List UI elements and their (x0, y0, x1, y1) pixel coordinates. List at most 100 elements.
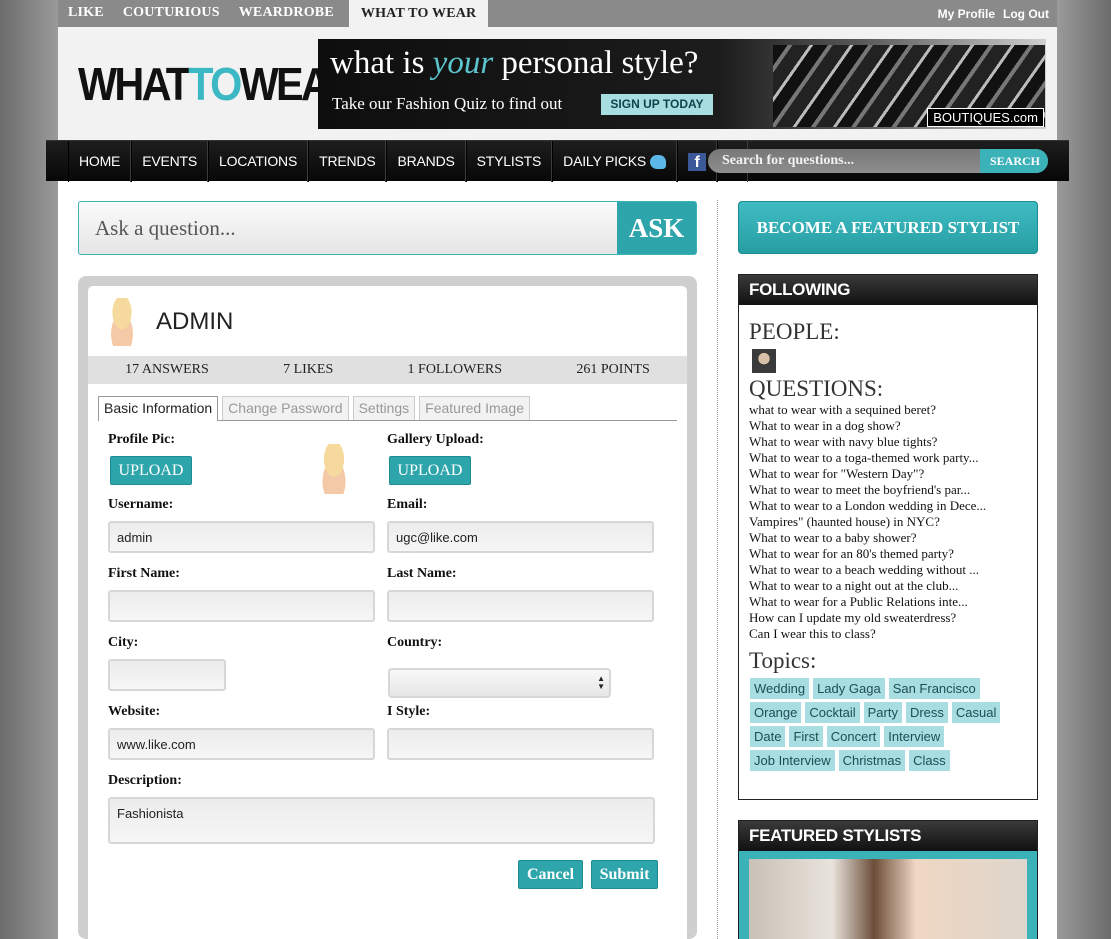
description-label: Description: (108, 773, 182, 788)
topic-tag[interactable]: Class (909, 750, 950, 771)
avatar (103, 298, 141, 346)
question-link[interactable]: what to wear with a sequined beret? (749, 402, 1037, 418)
nav-daily-picks[interactable]: DAILY PICKS (552, 141, 678, 182)
banner-headline: what is your personal style? (330, 45, 698, 82)
profile-panel: ADMIN 17 ANSWERS 7 LIKES 1 FOLLOWERS 261… (78, 276, 697, 939)
topics-list: Wedding Lady Gaga San Francisco Orange C… (750, 678, 1027, 771)
email-label: Email: (387, 497, 428, 512)
select-arrows-icon: ▲ ▼ (597, 674, 605, 691)
question-link[interactable]: What to wear to a baby shower? (749, 530, 1037, 546)
question-link[interactable]: What to wear to a beach wedding without … (749, 562, 1037, 578)
question-link[interactable]: What to wear for "Western Day"? (749, 466, 1037, 482)
topic-tag[interactable]: Orange (750, 702, 802, 723)
stat-followers[interactable]: 1 FOLLOWERS (408, 362, 503, 378)
following-title: FOLLOWING (739, 275, 1037, 305)
cancel-button[interactable]: Cancel (518, 860, 583, 889)
question-link[interactable]: How can I update my old sweaterdress? (749, 610, 1037, 626)
facebook-icon: f (688, 153, 707, 172)
tab-change-password[interactable]: Change Password (222, 396, 349, 420)
search-input[interactable] (708, 149, 980, 173)
country-select[interactable]: ▲ ▼ (388, 668, 611, 698)
nav-stylists[interactable]: STYLISTS (465, 141, 553, 182)
first-name-field[interactable] (117, 599, 366, 614)
search-button[interactable]: SEARCH (980, 149, 1048, 173)
question-link[interactable]: What to wear for a Public Relations inte… (749, 594, 1037, 610)
topic-tag[interactable]: San Francisco (888, 678, 980, 699)
site-link-what-to-wear[interactable]: WHAT TO WEAR (348, 0, 489, 27)
sign-up-button[interactable]: SIGN UP TODAY (601, 94, 713, 115)
topic-tag[interactable]: Party (863, 702, 902, 723)
topic-tag[interactable]: Lady Gaga (813, 678, 885, 699)
nav-trends[interactable]: TRENDS (308, 141, 387, 182)
istyle-label: I Style: (387, 704, 431, 719)
website-label: Website: (108, 704, 161, 719)
nav-locations[interactable]: LOCATIONS (208, 141, 309, 182)
tab-basic-information[interactable]: Basic Information (98, 396, 219, 421)
topic-tag[interactable]: Cocktail (805, 702, 860, 723)
account-links: My Profile Log Out (938, 7, 1049, 21)
stat-answers[interactable]: 17 ANSWERS (125, 362, 209, 378)
question-link[interactable]: Vampires" (haunted house) in NYC? (749, 514, 1037, 530)
last-name-field[interactable] (396, 599, 645, 614)
topic-tag[interactable]: Wedding (750, 678, 810, 699)
username-field[interactable] (117, 530, 366, 545)
page: LIKE COUTURIOUS WEARDROBE WHAT TO WEAR M… (46, 0, 1069, 939)
column-divider (717, 200, 718, 939)
profile-pic-label: Profile Pic: (108, 432, 175, 447)
submit-button[interactable]: Submit (591, 860, 658, 889)
site-logo[interactable]: WHATTOWEAR (78, 57, 358, 111)
topics-heading: Topics: (749, 648, 817, 673)
site-links: LIKE COUTURIOUS WEARDROBE WHAT TO WEAR (58, 0, 489, 27)
topic-tag[interactable]: Christmas (838, 750, 906, 771)
question-link[interactable]: What to wear to a toga-themed work party… (749, 450, 1037, 466)
profile-tabs: Basic Information Change Password Settin… (98, 396, 677, 421)
topic-tag[interactable]: Date (750, 726, 786, 747)
question-link[interactable]: What to wear in a dog show? (749, 418, 1037, 434)
stat-likes[interactable]: 7 LIKES (283, 362, 333, 378)
site-link-like[interactable]: LIKE (58, 0, 113, 27)
question-link[interactable]: What to wear with navy blue tights? (749, 434, 1037, 450)
question-link[interactable]: What to wear to a night out at the club.… (749, 578, 1037, 594)
followed-person-avatar[interactable] (752, 349, 776, 373)
twitter-icon[interactable] (650, 155, 667, 170)
my-profile-link[interactable]: My Profile (938, 7, 995, 21)
nav-home[interactable]: HOME (68, 141, 132, 182)
question-link[interactable]: What to wear to a London wedding in Dece… (749, 498, 1037, 514)
question-link[interactable]: Can I wear this to class? (749, 626, 1037, 642)
banner-headline-part1: what is (330, 45, 433, 81)
last-name-label: Last Name: (387, 566, 457, 581)
tab-featured-image[interactable]: Featured Image (419, 396, 531, 420)
nav-brands[interactable]: BRANDS (386, 141, 466, 182)
question-link[interactable]: What to wear to meet the boyfriend's par… (749, 482, 1037, 498)
istyle-field[interactable] (396, 737, 645, 752)
ad-banner[interactable]: what is your personal style? Take our Fa… (318, 39, 1046, 129)
ask-question-input[interactable] (79, 202, 617, 254)
logo-word-to: TO (188, 58, 242, 110)
gallery-upload-button[interactable]: UPLOAD (389, 456, 471, 485)
nav-events[interactable]: EVENTS (131, 141, 209, 182)
description-field[interactable]: Fashionista (117, 806, 646, 836)
profile-pic-upload-button[interactable]: UPLOAD (110, 456, 192, 485)
ask-button[interactable]: ASK (617, 202, 696, 254)
topic-tag[interactable]: Job Interview (750, 750, 835, 771)
banner-headline-part3: personal style? (493, 45, 699, 81)
tab-settings[interactable]: Settings (352, 396, 416, 420)
header: WHATTOWEAR what is your personal style? … (58, 27, 1057, 140)
question-link[interactable]: What to wear for an 80's themed party? (749, 546, 1037, 562)
log-out-link[interactable]: Log Out (1003, 7, 1049, 21)
stat-points[interactable]: 261 POINTS (576, 362, 650, 378)
topic-tag[interactable]: Casual (951, 702, 1001, 723)
email-field[interactable] (396, 530, 645, 545)
topic-tag[interactable]: Concert (826, 726, 881, 747)
featured-stylist-photo[interactable] (749, 859, 1027, 939)
topic-tag[interactable]: First (789, 726, 823, 747)
city-field[interactable] (117, 668, 217, 683)
become-featured-stylist-button[interactable]: BECOME A FEATURED STYLIST (738, 201, 1038, 254)
website-field[interactable] (117, 737, 366, 752)
city-label: City: (108, 635, 139, 650)
topic-tag[interactable]: Interview (884, 726, 945, 747)
topic-tag[interactable]: Dress (905, 702, 948, 723)
top-bar: LIKE COUTURIOUS WEARDROBE WHAT TO WEAR M… (58, 0, 1057, 27)
site-link-couturious[interactable]: COUTURIOUS (113, 0, 229, 27)
site-link-weardrobe[interactable]: WEARDROBE (229, 0, 343, 27)
